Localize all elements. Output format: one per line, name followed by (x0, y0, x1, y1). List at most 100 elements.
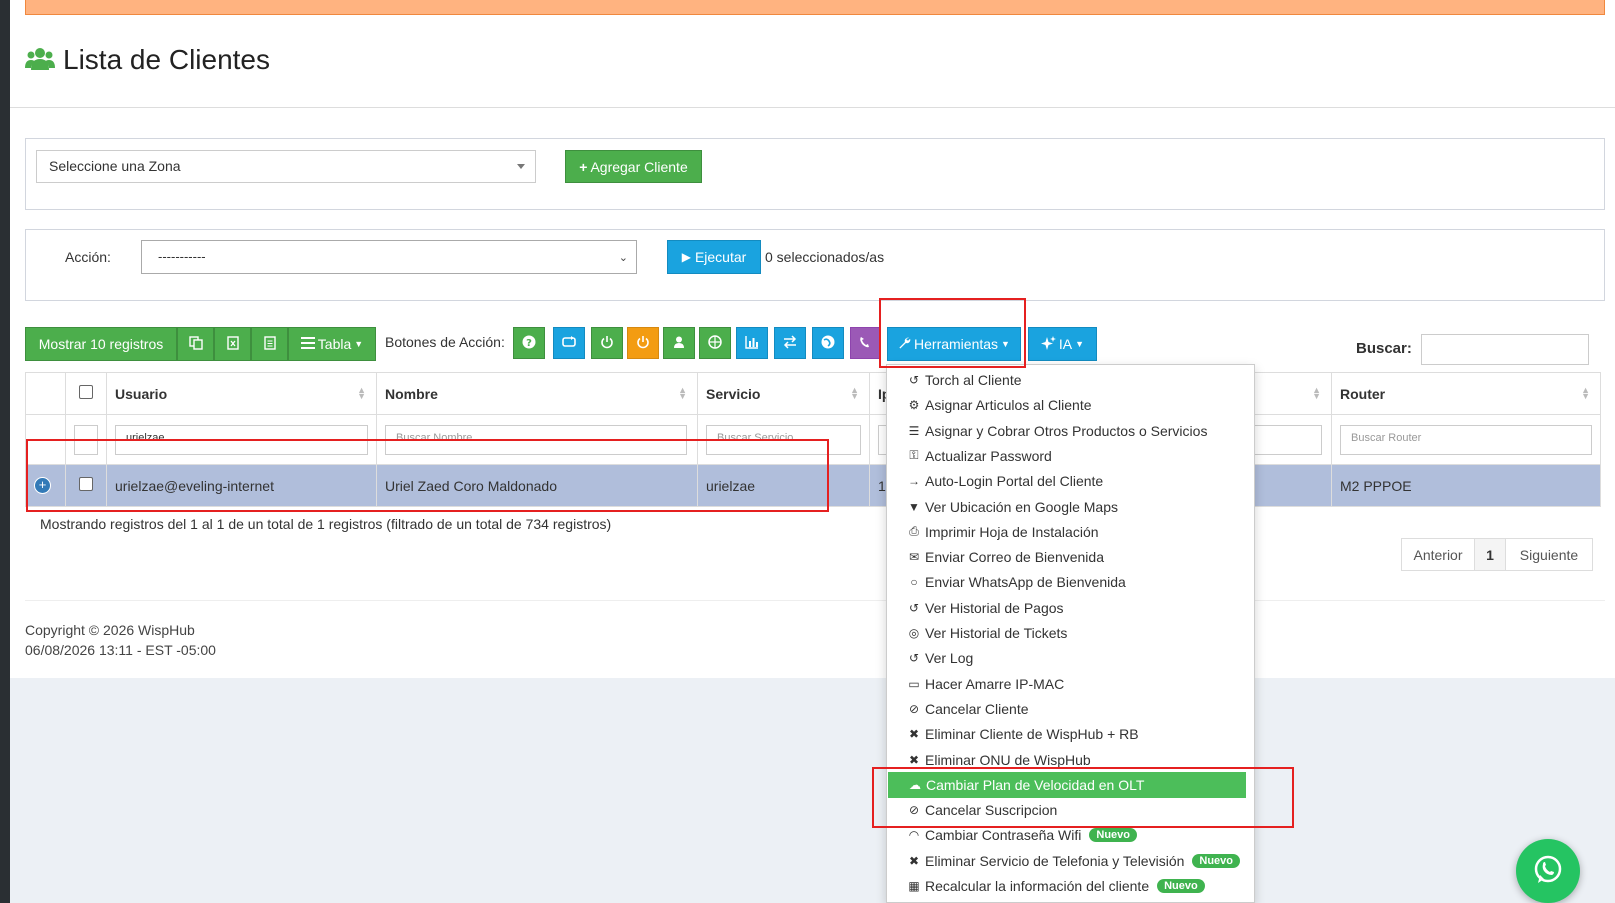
power-on-button[interactable] (591, 327, 623, 359)
add-client-label: Agregar Cliente (590, 158, 688, 175)
caret-down-icon (517, 164, 525, 169)
whatsapp-chat-button[interactable] (1516, 839, 1580, 903)
pagination-page-1[interactable]: 1 (1474, 538, 1506, 571)
header-service-label: Servicio (706, 385, 761, 402)
zone-select-value: Seleccione una Zona (49, 158, 181, 174)
new-badge: Nuevo (1157, 879, 1205, 893)
menu-item-label: Eliminar Cliente de WispHub + RB (925, 726, 1139, 743)
footer: Copyright © 2026 WispHub 06/08/2026 13:1… (25, 620, 216, 660)
header-user-label: Usuario (115, 385, 168, 402)
menu-item[interactable]: ◎ Ver Historial de Tickets (887, 620, 1254, 646)
copy-icon (188, 335, 203, 353)
network-button[interactable] (699, 327, 731, 359)
menu-item-label: Cambiar Contraseña Wifi (925, 827, 1082, 844)
search-label: Buscar: (1356, 340, 1412, 357)
header-user[interactable]: Usuario ▲ ▼ (106, 372, 377, 415)
call-button[interactable] (850, 327, 880, 359)
copy-button[interactable] (177, 327, 214, 361)
menu-item[interactable]: ✉ Enviar Correo de Bienvenida (887, 544, 1254, 570)
selected-count: 0 seleccionados/as (765, 249, 885, 265)
filter-router-cell: Buscar Router (1331, 414, 1601, 465)
globe-icon (821, 335, 835, 352)
menu-item[interactable]: ↺ Torch al Cliente (887, 367, 1254, 393)
map-button[interactable] (812, 327, 844, 359)
power-icon (600, 335, 614, 352)
power-off-button[interactable] (627, 327, 659, 359)
sync-button[interactable] (553, 327, 585, 359)
menu-item-label: Recalcular la información del cliente (925, 878, 1150, 894)
table-label: Tabla (317, 336, 352, 352)
menu-item[interactable]: ⚿ Actualizar Password (887, 443, 1254, 469)
search-input[interactable] (1421, 334, 1589, 365)
header-router[interactable]: Router ▲ ▼ (1331, 372, 1601, 415)
times-icon: ✖ (908, 752, 920, 767)
users-icon (25, 46, 55, 75)
menu-item-label: Asignar Articulos al Cliente (925, 397, 1092, 414)
menu-item-label: Hacer Amarre IP-MAC (925, 675, 1065, 692)
menu-item[interactable]: ▦ Recalcular la información del cliente Nu… (887, 873, 1254, 899)
header-service[interactable]: Servicio ▲ ▼ (697, 372, 870, 415)
menu-item[interactable]: ↺ Ver Log (887, 645, 1254, 671)
ai-dropdown-button[interactable]: IA ▼ (1028, 327, 1097, 361)
menu-item[interactable]: ☰ Asignar y Cobrar Otros Productos o Serv… (887, 418, 1254, 444)
menu-item[interactable]: ✖ Eliminar Servicio de Telefonia y Televi… (887, 848, 1254, 874)
caret-down-icon: ▼ (354, 339, 364, 349)
page-title-text: Lista de Clientes (63, 44, 271, 75)
globe-icon (708, 334, 722, 352)
plus-icon: + (579, 158, 588, 175)
sort-icon: ▲ ▼ (678, 385, 687, 401)
execute-label: Ejecutar (694, 249, 747, 265)
pdf-button[interactable] (251, 327, 288, 361)
excel-button[interactable] (214, 327, 251, 361)
menu-item[interactable]: ⚙ Asignar Articulos al Cliente (887, 392, 1254, 418)
menu-item[interactable]: → Auto-Login Portal del Cliente (887, 468, 1254, 494)
question-icon: ? (522, 335, 536, 352)
title-divider (10, 107, 1615, 108)
action-select[interactable]: ----------- ⌄ (141, 240, 637, 274)
show-records-label: Mostrar 10 registros (38, 336, 164, 352)
user-button[interactable] (663, 327, 695, 359)
svg-text:?: ? (526, 338, 532, 349)
add-client-button[interactable]: + Agregar Cliente (565, 150, 702, 183)
file-icon (263, 335, 277, 353)
filter-router-input[interactable]: Buscar Router (1340, 424, 1592, 455)
stats-button[interactable] (736, 327, 768, 359)
menu-item[interactable]: ▼ Ver Ubicación en Google Maps (887, 494, 1254, 520)
action-label: Acción: (65, 249, 111, 265)
header-name-label: Nombre (385, 385, 438, 402)
exchange-icon (783, 334, 797, 352)
menu-item[interactable]: ○ Enviar WhatsApp de Bienvenida (887, 569, 1254, 595)
top-banner (25, 0, 1605, 15)
records-info: Mostrando registros del 1 al 1 de un tot… (40, 516, 612, 532)
action-select-value: ----------- (158, 249, 206, 264)
life-ring-icon: ◎ (908, 626, 920, 640)
zone-select[interactable]: Seleccione una Zona (36, 150, 536, 183)
menu-item[interactable]: ▭ Hacer Amarre IP-MAC (887, 671, 1254, 697)
pagination-prev[interactable]: Anterior (1401, 538, 1475, 571)
pagination-next[interactable]: Siguiente (1505, 538, 1593, 571)
header-router-label: Router (1340, 385, 1386, 402)
transfer-button[interactable] (774, 327, 806, 359)
table-columns-button[interactable]: Tabla ▼ (288, 327, 376, 361)
menu-item-label: Eliminar Servicio de Telefonia y Televis… (925, 852, 1185, 869)
refresh-icon (562, 335, 576, 352)
menu-item[interactable]: ⎙ Imprimir Hoja de Instalación (887, 519, 1254, 545)
history-icon: ↺ (908, 651, 920, 666)
sort-icon: ▲ ▼ (850, 385, 859, 401)
menu-item-label: Ver Historial de Pagos (925, 599, 1064, 616)
header-expand-cell (25, 372, 66, 415)
help-button[interactable]: ? (513, 327, 545, 359)
menu-item[interactable]: ✖ Eliminar Cliente de WispHub + RB (887, 721, 1254, 747)
menu-item[interactable]: ↺ Ver Historial de Pagos (887, 595, 1254, 621)
sort-icon: ▲ ▼ (1581, 385, 1590, 401)
highlight-box-tools (879, 298, 1026, 368)
execute-button[interactable]: ▶ Ejecutar (667, 240, 761, 274)
header-name[interactable]: Nombre ▲ ▼ (376, 372, 698, 415)
show-records-button[interactable]: Mostrar 10 registros (25, 327, 177, 361)
chevron-down-icon: ⌄ (618, 252, 628, 264)
menu-item-label: Actualizar Password (925, 447, 1052, 464)
menu-item[interactable]: ⊘ Cancelar Cliente (887, 696, 1254, 722)
caret-down-icon: ▼ (1075, 339, 1085, 349)
menu-item-label: Ver Ubicación en Google Maps (925, 498, 1118, 515)
select-all-checkbox[interactable] (79, 385, 93, 399)
